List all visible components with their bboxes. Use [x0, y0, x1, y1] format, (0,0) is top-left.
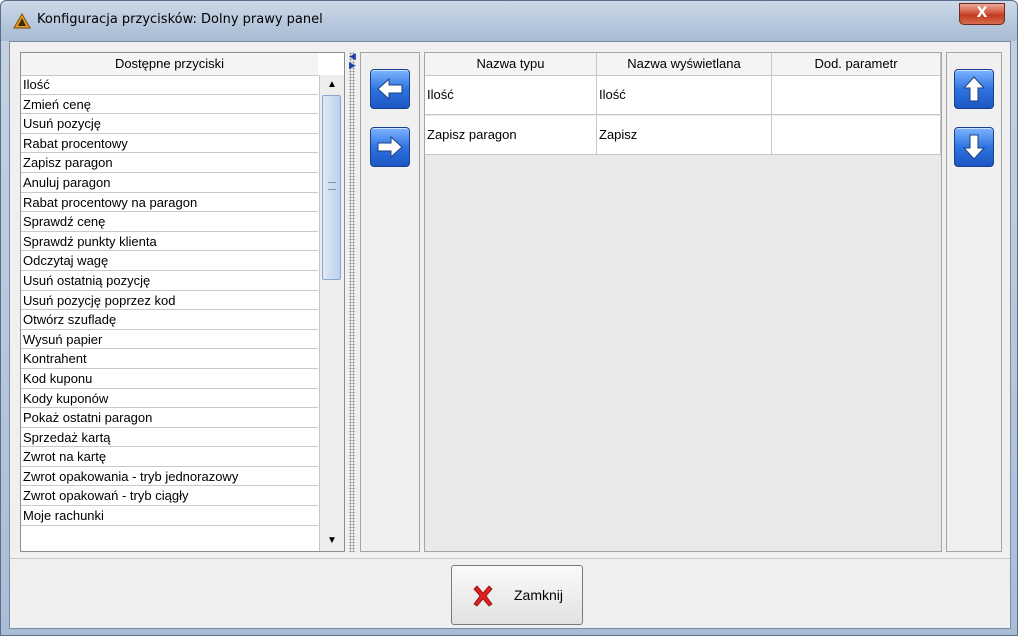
cell-type[interactable]: Ilość — [425, 76, 597, 114]
move-right-button[interactable] — [370, 127, 410, 167]
list-item[interactable]: Rabat procentowy — [21, 134, 318, 154]
list-item[interactable]: Ilość — [21, 75, 318, 95]
list-item[interactable]: Zapisz paragon — [21, 153, 318, 173]
list-item[interactable]: Usuń pozycję — [21, 114, 318, 134]
close-dialog-button[interactable]: Zamknij — [451, 565, 583, 625]
cell-extra-param[interactable] — [772, 76, 941, 114]
list-scrollbar[interactable]: ▲ ▼ — [319, 75, 344, 551]
arrow-right-icon — [377, 135, 403, 159]
assigned-buttons-table: Nazwa typu Nazwa wyświetlana Dod. parame… — [424, 52, 942, 552]
list-item[interactable]: Odczytaj wagę — [21, 251, 318, 271]
scroll-down-arrow-icon[interactable]: ▼ — [324, 533, 340, 549]
order-buttons-column — [946, 52, 1002, 552]
list-item[interactable]: Zwrot na kartę — [21, 447, 318, 467]
scroll-thumb[interactable] — [322, 95, 341, 280]
list-item[interactable]: Zwrot opakowania - tryb jednorazowy — [21, 467, 318, 487]
cell-extra-param[interactable] — [772, 116, 941, 154]
footer-divider — [10, 558, 1010, 559]
scroll-up-arrow-icon[interactable]: ▲ — [324, 77, 340, 93]
list-item[interactable]: Usuń pozycję poprzez kod — [21, 291, 318, 311]
available-list-header[interactable]: Dostępne przyciski — [21, 53, 318, 76]
list-item[interactable]: Wysuń papier — [21, 330, 318, 350]
arrow-left-icon — [377, 77, 403, 101]
column-header-extra-param[interactable]: Dod. parametr — [772, 53, 941, 75]
cell-display-name[interactable]: Zapisz — [597, 116, 772, 154]
list-item[interactable]: Sprzedaż kartą — [21, 428, 318, 448]
red-x-icon — [473, 585, 493, 607]
list-item[interactable]: Rabat procentowy na paragon — [21, 193, 318, 213]
close-icon: X — [976, 5, 988, 21]
available-buttons-list: Dostępne przyciski Ilość Zmień cenę Usuń p… — [20, 52, 345, 552]
table-header: Nazwa typu Nazwa wyświetlana Dod. parame… — [425, 53, 941, 76]
dialog-content: Dostępne przyciski Ilość Zmień cenę Usuń p… — [9, 41, 1011, 629]
dialog-window: Konfiguracja przycisków: Dolny prawy pan… — [0, 0, 1018, 636]
list-item[interactable]: Usuń ostatnią pozycję — [21, 271, 318, 291]
cell-display-name[interactable]: Ilość — [597, 76, 772, 114]
list-item[interactable]: Otwórz szufladę — [21, 310, 318, 330]
move-buttons-column — [360, 52, 420, 552]
list-item[interactable]: Moje rachunki — [21, 506, 318, 526]
close-button-label: Zamknij — [514, 587, 564, 603]
list-item[interactable]: Anuluj paragon — [21, 173, 318, 193]
cell-type[interactable]: Zapisz paragon — [425, 116, 597, 154]
arrow-down-icon — [962, 134, 986, 160]
list-item[interactable]: Zmień cenę — [21, 95, 318, 115]
title-bar[interactable]: Konfiguracja przycisków: Dolny prawy pan… — [1, 1, 1017, 41]
list-item[interactable]: Pokaż ostatni paragon — [21, 408, 318, 428]
app-logo-icon — [13, 13, 31, 29]
list-item[interactable]: Sprawdź punkty klienta — [21, 232, 318, 252]
list-item[interactable]: Kody kuponów — [21, 389, 318, 409]
list-item[interactable]: Zwrot opakowań - tryb ciągły — [21, 486, 318, 507]
splitter-arrows-icon[interactable]: ◀ ▶ — [349, 52, 356, 70]
available-list-body: Ilość Zmień cenę Usuń pozycję Rabat procent… — [21, 75, 318, 551]
window-close-button[interactable]: X — [959, 3, 1005, 25]
move-down-button[interactable] — [954, 127, 994, 167]
table-row[interactable]: Ilość Ilość — [425, 76, 941, 115]
column-header-type[interactable]: Nazwa typu — [425, 53, 597, 75]
arrow-up-icon — [962, 76, 986, 102]
scroll-grip-icon — [328, 182, 336, 190]
column-header-display-name[interactable]: Nazwa wyświetlana — [597, 53, 772, 75]
list-item[interactable]: Sprawdź cenę — [21, 212, 318, 232]
panel-splitter[interactable] — [349, 52, 355, 552]
move-up-button[interactable] — [954, 69, 994, 109]
list-item[interactable]: Kontrahent — [21, 349, 318, 369]
window-title: Konfiguracja przycisków: Dolny prawy pan… — [37, 12, 323, 27]
table-row[interactable]: Zapisz paragon Zapisz — [425, 116, 941, 155]
list-item[interactable]: Kod kuponu — [21, 369, 318, 389]
move-left-button[interactable] — [370, 69, 410, 109]
